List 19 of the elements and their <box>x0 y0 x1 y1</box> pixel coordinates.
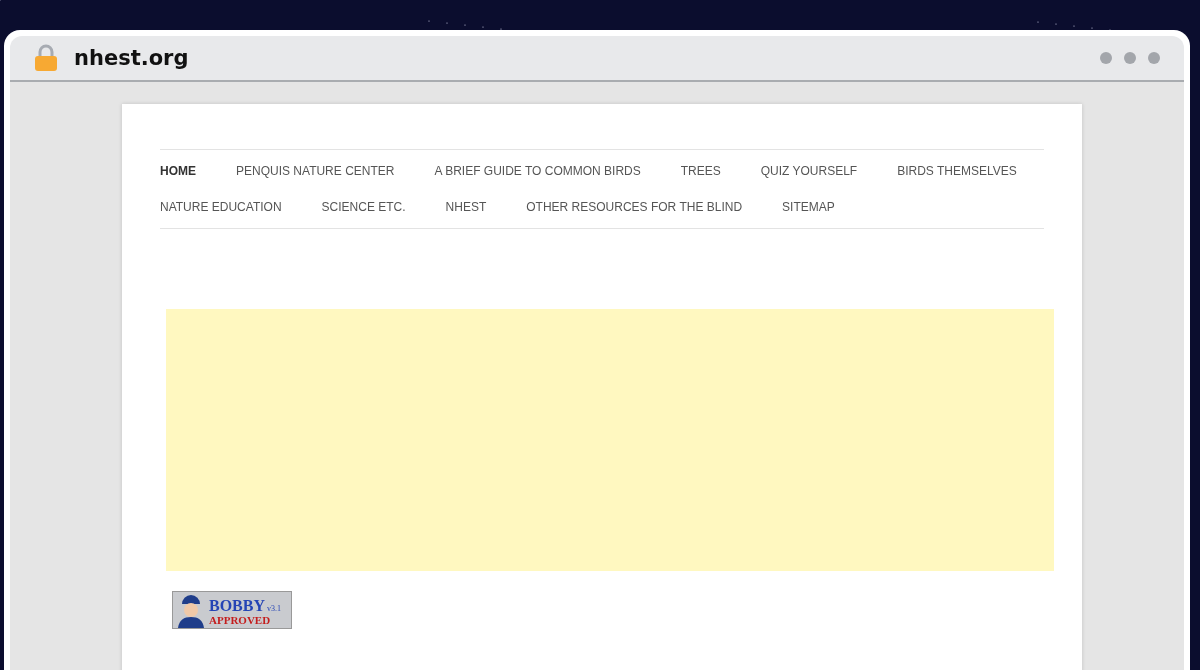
nav-link[interactable]: NATURE EDUCATION <box>160 200 282 214</box>
bobby-badge[interactable]: BOBBY v3.1 APPROVED <box>172 591 292 629</box>
badge-status: APPROVED <box>209 614 272 626</box>
nav-link[interactable]: HOME <box>160 164 196 178</box>
nav-link[interactable]: QUIZ YOURSELF <box>760 164 858 178</box>
nav-link[interactable]: SCIENCE ETC. <box>321 200 406 214</box>
nav-link[interactable]: BIRDS THEMSELVES <box>897 164 1017 178</box>
window-control-icon[interactable] <box>1100 52 1112 64</box>
nav-link[interactable]: TREES <box>680 164 721 178</box>
nav-link[interactable]: OTHER RESOURCES FOR THE BLIND <box>526 200 743 214</box>
nav-link[interactable]: A BRIEF GUIDE TO COMMON BIRDS <box>434 164 641 178</box>
window-control-icon[interactable] <box>1124 52 1136 64</box>
window-control-icon[interactable] <box>1148 52 1160 64</box>
nav-link[interactable]: PENQUIS NATURE CENTER <box>236 164 395 178</box>
badge-version: v3.1 <box>267 604 281 613</box>
address-text: nhest.org <box>74 46 189 70</box>
nav-link[interactable]: NHEST <box>445 200 487 214</box>
badge-title: BOBBY <box>209 598 265 614</box>
nav-link[interactable]: SITEMAP <box>782 200 835 214</box>
